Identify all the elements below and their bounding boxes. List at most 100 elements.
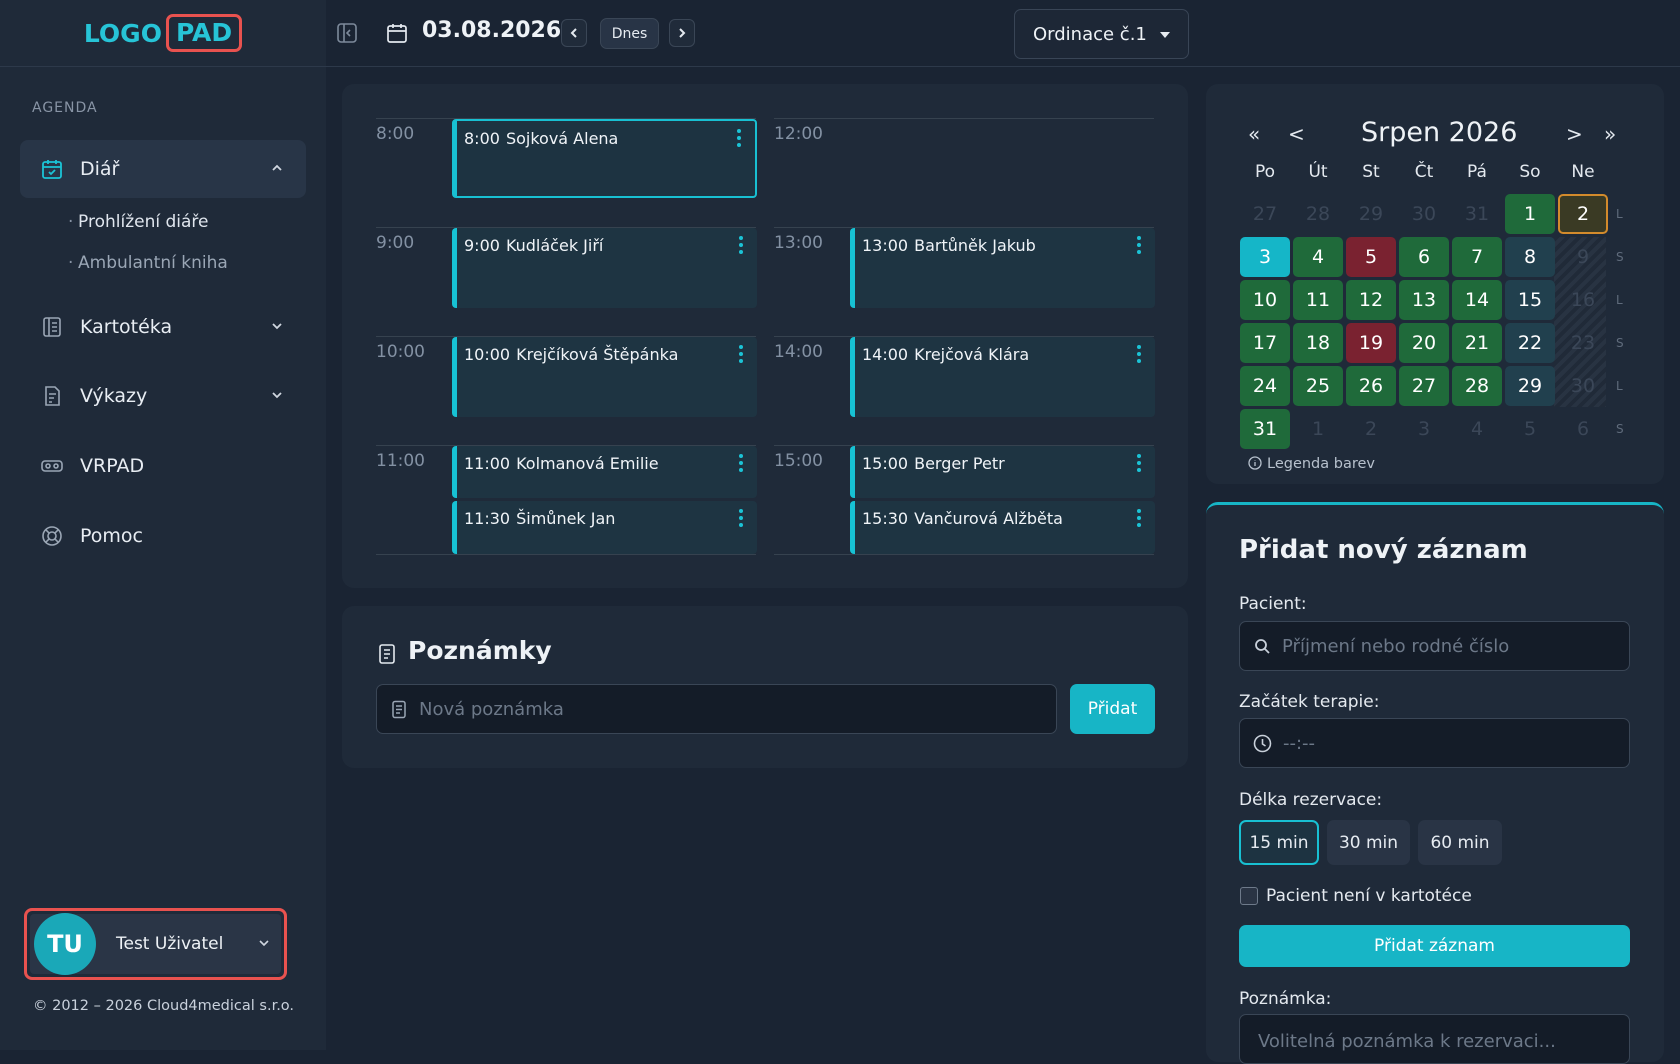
calendar-day[interactable]: 3 (1399, 409, 1449, 449)
calendar-day[interactable]: 5 (1346, 237, 1396, 277)
nav-item-diar[interactable]: Diář (20, 140, 306, 198)
calendar-day[interactable]: 11 (1293, 280, 1343, 320)
appointment-card[interactable]: 9:00 Kudláček Jiří (452, 228, 757, 308)
calendar-day[interactable]: 27 (1399, 366, 1449, 406)
nav-item-kartoteka[interactable]: Kartotéka (20, 298, 306, 356)
patient-search-input[interactable]: Příjmení nebo rodné číslo (1239, 621, 1630, 671)
calendar-day[interactable]: 29 (1505, 366, 1555, 406)
duration-60-button[interactable]: 60 min (1418, 820, 1502, 865)
more-vertical-icon[interactable] (737, 129, 741, 150)
calendar-day[interactable]: 10 (1240, 280, 1290, 320)
more-vertical-icon[interactable] (739, 454, 743, 475)
color-legend-link[interactable]: Legenda barev (1248, 456, 1375, 472)
prev-year-button[interactable]: « (1248, 122, 1260, 146)
calendar-day[interactable]: 8 (1505, 237, 1555, 277)
more-vertical-icon[interactable] (739, 509, 743, 530)
next-month-button[interactable]: > (1566, 122, 1583, 146)
appointment-card[interactable]: 14:00 Krejčová Klára (850, 337, 1155, 417)
prev-day-button[interactable] (561, 19, 587, 47)
more-vertical-icon[interactable] (1137, 509, 1141, 530)
appointment-time: 11:00 (464, 454, 511, 473)
calendar-day[interactable]: 24 (1240, 366, 1290, 406)
add-note-button[interactable]: Přidat (1070, 684, 1155, 734)
user-name: Test Uživatel (116, 934, 224, 954)
next-year-button[interactable]: » (1604, 122, 1616, 146)
more-vertical-icon[interactable] (739, 345, 743, 366)
calendar-day[interactable]: 7 (1452, 237, 1502, 277)
calendar-day[interactable]: 1 (1505, 194, 1555, 234)
appointment-card[interactable]: 11:00 Kolmanová Emilie (452, 446, 757, 498)
calendar-day[interactable]: 27 (1240, 194, 1290, 234)
calendar-day[interactable]: 15 (1505, 280, 1555, 320)
reservation-note-input[interactable]: Volitelná poznámka k rezervaci... (1239, 1014, 1630, 1064)
calendar-day[interactable]: 31 (1240, 409, 1290, 449)
appointment-card[interactable]: 15:30 Vančurová Alžběta (850, 501, 1155, 554)
more-vertical-icon[interactable] (1137, 345, 1141, 366)
sub-item-ambulantni-kniha[interactable]: Ambulantní kniha (68, 253, 228, 273)
nav-label-pomoc: Pomoc (80, 525, 143, 547)
calendar-day[interactable]: 13 (1399, 280, 1449, 320)
appointment-card[interactable]: 15:00 Berger Petr (850, 446, 1155, 498)
calendar-day[interactable]: 9 (1558, 237, 1608, 277)
sidebar-toggle-icon[interactable] (336, 22, 358, 44)
appointment-card[interactable]: 13:00 Bartůněk Jakub (850, 228, 1155, 308)
office-select[interactable]: Ordinace č.1 (1014, 9, 1189, 59)
therapy-start-input[interactable]: --:-- (1239, 718, 1630, 768)
calendar-day[interactable]: 4 (1293, 237, 1343, 277)
new-note-input[interactable]: Nová poznámka (376, 684, 1057, 734)
appointment-patient: Šimůnek Jan (516, 509, 616, 528)
calendar-day[interactable]: 20 (1399, 323, 1449, 363)
nav-item-pomoc[interactable]: Pomoc (20, 507, 306, 565)
calendar-day[interactable]: 16 (1558, 280, 1608, 320)
chevron-left-icon (570, 28, 577, 38)
calendar-day[interactable]: 12 (1346, 280, 1396, 320)
calendar-day[interactable]: 17 (1240, 323, 1290, 363)
next-day-button[interactable] (669, 19, 695, 47)
appointment-card[interactable]: 8:00 Sojková Alena (452, 119, 757, 198)
nav-item-vykazy[interactable]: Výkazy (20, 367, 306, 425)
calendar-icon[interactable] (385, 21, 409, 45)
calendar-day[interactable]: 5 (1505, 409, 1555, 449)
calendar-day[interactable]: 19 (1346, 323, 1396, 363)
more-vertical-icon[interactable] (1137, 236, 1141, 257)
calendar-day[interactable]: 25 (1293, 366, 1343, 406)
more-vertical-icon[interactable] (1137, 454, 1141, 475)
calendar-day[interactable]: 28 (1293, 194, 1343, 234)
calendar-day[interactable]: 30 (1558, 366, 1608, 406)
calendar-day[interactable]: 18 (1293, 323, 1343, 363)
logo[interactable]: LOGO PAD (0, 0, 326, 67)
duration-30-button[interactable]: 30 min (1327, 820, 1410, 865)
calendar-day[interactable]: 22 (1505, 323, 1555, 363)
calendar-day[interactable]: 30 (1399, 194, 1449, 234)
calendar-day[interactable]: 6 (1558, 409, 1608, 449)
calendar-day-selected[interactable]: 3 (1240, 237, 1290, 277)
today-button[interactable]: Dnes (600, 18, 659, 49)
calendar-day[interactable]: 2 (1346, 409, 1396, 449)
duration-15-button[interactable]: 15 min (1239, 820, 1319, 865)
not-in-registry-label[interactable]: Pacient není v kartotéce (1266, 886, 1472, 906)
calendar-day[interactable]: 28 (1452, 366, 1502, 406)
sub-item-prohlizeni[interactable]: Prohlížení diáře (68, 212, 209, 232)
appointment-time: 11:30 (464, 509, 511, 528)
calendar-day[interactable]: 23 (1558, 323, 1608, 363)
not-in-registry-checkbox[interactable] (1240, 887, 1258, 905)
prev-month-button[interactable]: < (1288, 122, 1305, 146)
calendar-day[interactable]: 26 (1346, 366, 1396, 406)
appointment-card[interactable]: 11:30 Šimůnek Jan (452, 501, 757, 554)
calendar-day[interactable]: 1 (1293, 409, 1343, 449)
calendar-day[interactable]: 14 (1452, 280, 1502, 320)
calendar-day[interactable]: 6 (1399, 237, 1449, 277)
calendar-day[interactable]: 4 (1452, 409, 1502, 449)
more-vertical-icon[interactable] (739, 236, 743, 257)
appointment-time: 14:00 (862, 345, 909, 364)
note-label: Poznámka: (1239, 989, 1332, 1009)
nav-item-vrpad[interactable]: VRPAD (20, 437, 306, 495)
calendar-day[interactable]: 29 (1346, 194, 1396, 234)
appointment-card[interactable]: 10:00 Krejčíková Štěpánka (452, 337, 757, 417)
calendar-day-today[interactable]: 2 (1558, 194, 1608, 234)
user-menu[interactable]: TU Test Uživatel (24, 908, 287, 980)
current-date[interactable]: 03.08.2026 (422, 18, 561, 43)
calendar-day[interactable]: 21 (1452, 323, 1502, 363)
calendar-day[interactable]: 31 (1452, 194, 1502, 234)
add-record-button[interactable]: Přidat záznam (1239, 925, 1630, 967)
